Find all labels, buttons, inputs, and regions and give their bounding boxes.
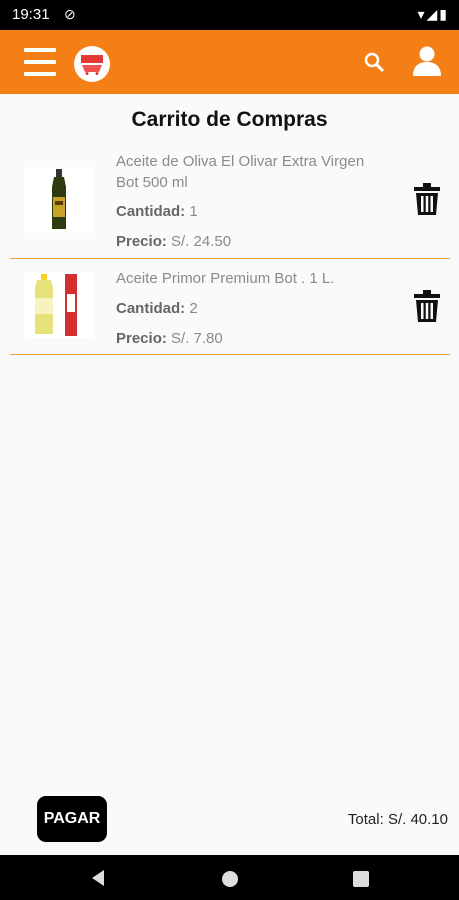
cart-item: Aceite de Oliva El Olivar Extra Virgen B… [10, 145, 450, 259]
system-nav-bar [0, 855, 459, 900]
trash-icon[interactable] [413, 290, 441, 322]
cart-item: Aceite Primor Premium Bot . 1 L. Cantida… [10, 262, 450, 355]
item-name: Aceite de Oliva El Olivar Extra Virgen B… [116, 153, 365, 191]
quantity-label: Cantidad: [116, 203, 186, 220]
hamburger-menu-icon[interactable] [24, 48, 56, 78]
pay-button[interactable]: PAGAR [37, 796, 107, 842]
vegetable-oil-bottle-image [24, 272, 94, 338]
recents-square-icon[interactable] [353, 871, 369, 887]
item-name: Aceite Primor Premium Bot . 1 L. [116, 270, 335, 287]
price-label: Precio: [116, 233, 167, 250]
status-time: 19:31 [12, 6, 50, 23]
app-bar [0, 30, 459, 94]
sync-icon: ⊘ [64, 6, 76, 22]
status-bar: 19:31 ⊘ ▾◢▮ [0, 0, 459, 30]
trash-icon[interactable] [413, 183, 441, 215]
quantity-value: 1 [189, 203, 198, 220]
home-circle-icon[interactable] [222, 871, 238, 887]
user-icon[interactable] [410, 44, 444, 78]
price-label: Precio: [116, 330, 167, 347]
price-value: S/. 7.80 [171, 330, 223, 347]
cart-total: Total: S/. 40.10 [347, 811, 448, 828]
price-value: S/. 24.50 [171, 233, 232, 250]
olive-oil-bottle-image [24, 167, 94, 233]
item-quantity: Cantidad: 1 [116, 203, 198, 220]
status-icons: ▾◢▮ [417, 6, 449, 22]
quantity-value: 2 [189, 300, 198, 317]
item-price: Precio: S/. 24.50 [116, 233, 231, 250]
back-triangle-icon[interactable] [90, 869, 106, 887]
item-price: Precio: S/. 7.80 [116, 330, 223, 347]
store-logo [74, 46, 110, 82]
search-icon[interactable] [362, 50, 386, 74]
page-title: Carrito de Compras [131, 108, 328, 131]
quantity-label: Cantidad: [116, 300, 186, 317]
item-quantity: Cantidad: 2 [116, 300, 198, 317]
